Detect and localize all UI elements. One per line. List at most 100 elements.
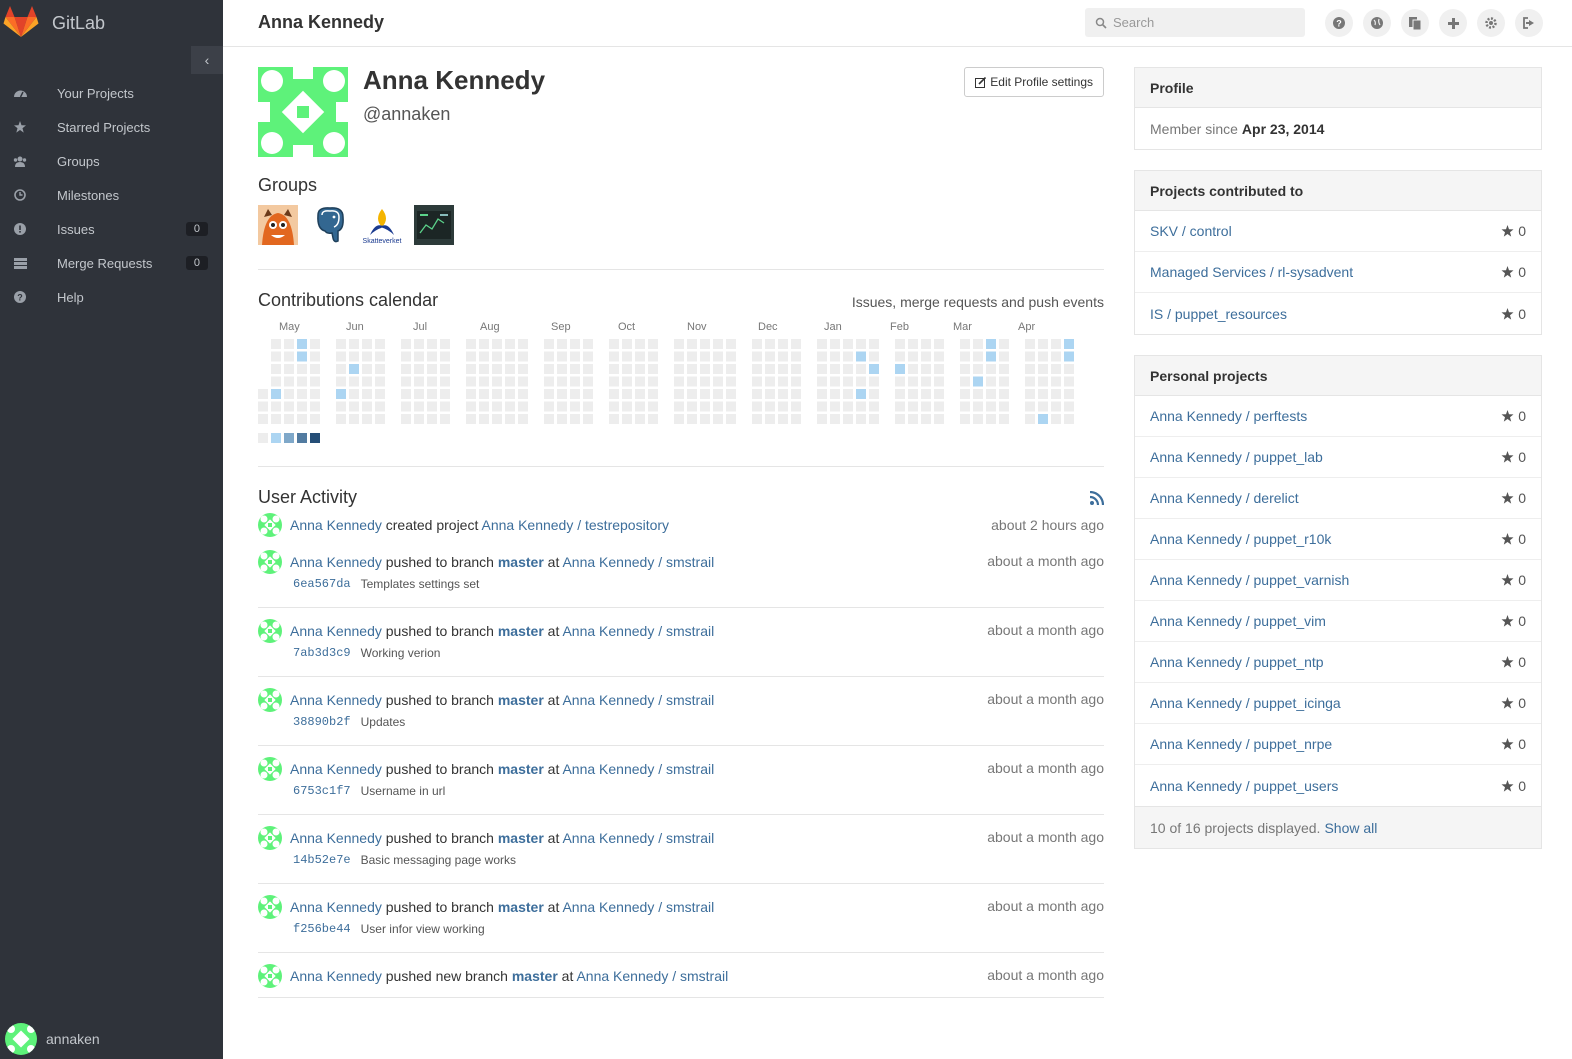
calendar-day[interactable] [921,401,931,412]
project-link[interactable]: Anna Kennedy / perftests [1150,408,1307,424]
calendar-day[interactable] [401,364,411,374]
calendar-day[interactable] [518,414,528,424]
calendar-day[interactable] [765,351,775,362]
calendar-day[interactable] [310,414,320,424]
calendar-day[interactable] [778,414,788,424]
calendar-day[interactable] [934,414,944,424]
calendar-day[interactable] [635,414,645,424]
calendar-day[interactable] [869,401,879,412]
calendar-day[interactable] [648,364,658,374]
project-link[interactable]: Anna Kennedy / puppet_vim [1150,613,1326,629]
calendar-day[interactable] [609,364,619,374]
calendar-day[interactable] [752,414,762,424]
calendar-day[interactable] [310,376,320,387]
calendar-day[interactable] [570,351,580,362]
calendar-day[interactable] [726,401,736,412]
commit-sha-link[interactable]: 6753c1f7 [293,784,351,798]
calendar-day[interactable] [999,389,1009,399]
calendar-day[interactable] [1025,376,1035,387]
group-avatar-4[interactable] [414,205,454,245]
calendar-day[interactable] [687,414,697,424]
calendar-day[interactable] [960,414,970,424]
calendar-day[interactable] [635,389,645,399]
calendar-day[interactable] [1051,401,1061,412]
calendar-day[interactable] [908,364,918,374]
calendar-day[interactable] [518,401,528,412]
calendar-day[interactable] [726,339,736,349]
calendar-day[interactable] [674,339,684,349]
project-link[interactable]: SKV / control [1150,223,1232,239]
calendar-day[interactable] [726,389,736,399]
calendar-day[interactable] [869,351,879,362]
calendar-day[interactable] [336,414,346,424]
calendar-day[interactable] [622,364,632,374]
event-branch-link[interactable]: master [498,623,544,639]
calendar-day[interactable] [895,364,905,374]
calendar-day[interactable] [934,389,944,399]
calendar-day[interactable] [999,401,1009,412]
calendar-day[interactable] [349,389,359,399]
calendar-day[interactable] [544,376,554,387]
calendar-day[interactable] [713,401,723,412]
calendar-day[interactable] [778,339,788,349]
calendar-day[interactable] [622,376,632,387]
calendar-day[interactable] [648,339,658,349]
calendar-day[interactable] [635,401,645,412]
calendar-day[interactable] [258,414,268,424]
calendar-day[interactable] [1038,389,1048,399]
calendar-day[interactable] [570,401,580,412]
calendar-day[interactable] [570,389,580,399]
calendar-day[interactable] [271,401,281,412]
calendar-day[interactable] [297,376,307,387]
calendar-day[interactable] [921,351,931,362]
calendar-day[interactable] [986,414,996,424]
sidebar-header[interactable]: GitLab [0,0,223,46]
calendar-day[interactable] [310,339,320,349]
calendar-day[interactable] [583,401,593,412]
calendar-day[interactable] [622,389,632,399]
calendar-day[interactable] [271,339,281,349]
calendar-day[interactable] [583,351,593,362]
calendar-day[interactable] [765,376,775,387]
calendar-day[interactable] [1025,414,1035,424]
calendar-day[interactable] [1064,339,1074,349]
calendar-day[interactable] [518,389,528,399]
calendar-day[interactable] [284,414,294,424]
calendar-day[interactable] [349,376,359,387]
calendar-day[interactable] [830,414,840,424]
calendar-day[interactable] [895,339,905,349]
calendar-day[interactable] [921,389,931,399]
event-author-link[interactable]: Anna Kennedy [290,899,382,915]
calendar-day[interactable] [544,389,554,399]
explore-button[interactable] [1363,9,1391,37]
calendar-day[interactable] [817,351,827,362]
calendar-day[interactable] [505,414,515,424]
commit-sha-link[interactable]: 38890b2f [293,715,351,729]
calendar-day[interactable] [414,401,424,412]
calendar-day[interactable] [466,351,476,362]
calendar-day[interactable] [635,351,645,362]
calendar-day[interactable] [557,339,567,349]
calendar-day[interactable] [674,376,684,387]
calendar-day[interactable] [908,351,918,362]
calendar-day[interactable] [583,339,593,349]
calendar-day[interactable] [479,389,489,399]
calendar-day[interactable] [791,401,801,412]
event-author-link[interactable]: Anna Kennedy [290,761,382,777]
project-link[interactable]: Anna Kennedy / puppet_lab [1150,449,1323,465]
calendar-day[interactable] [752,401,762,412]
calendar-day[interactable] [726,414,736,424]
calendar-day[interactable] [791,376,801,387]
calendar-day[interactable] [375,376,385,387]
snippets-button[interactable] [1401,9,1429,37]
event-author-link[interactable]: Anna Kennedy [290,692,382,708]
calendar-day[interactable] [713,339,723,349]
calendar-day[interactable] [817,389,827,399]
calendar-day[interactable] [830,389,840,399]
calendar-day[interactable] [973,401,983,412]
calendar-day[interactable] [570,376,580,387]
calendar-day[interactable] [362,351,372,362]
calendar-day[interactable] [401,376,411,387]
calendar-day[interactable] [752,389,762,399]
calendar-day[interactable] [544,414,554,424]
